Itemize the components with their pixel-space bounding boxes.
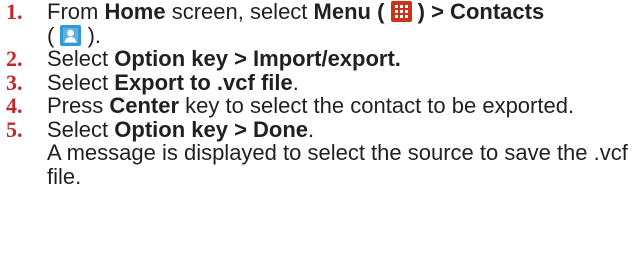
option-done-label: Option key > Done [114,116,309,142]
step-5-note: A message is displayed to select the sou… [47,140,628,189]
step-text: . [292,69,299,95]
step-text: Press [47,93,110,118]
step-4: 4. Press Center key to select the contac… [0,94,636,118]
export-vcf-label: Export to .vcf file [114,69,293,95]
center-key-label: Center [109,93,180,118]
step-text: From [47,0,105,24]
step-text: Select [47,46,115,71]
step-text: screen, select [165,0,314,24]
step-number: 3. [6,69,23,95]
contacts-label: ) > Contacts [411,0,545,24]
step-1: 1. From Home screen, select Menu ( ) > C… [0,0,636,47]
step-3: 3. Select Export to .vcf file. [0,69,636,95]
step-text: Select [47,116,115,142]
option-import-export-label: Option key > Import/export. [114,46,401,71]
home-label: Home [104,0,166,24]
instruction-list: 1. From Home screen, select Menu ( ) > C… [0,0,636,264]
step-number: 4. [6,93,23,118]
step-text: key to select the contact to be exported… [179,93,575,118]
contacts-person-icon [60,24,82,46]
step-text: ( [47,22,61,48]
step-2: 2. Select Option key > Import/export. [0,47,636,71]
step-5: 5. Select Option key > Done. [0,116,636,142]
step-number: 5. [6,116,23,142]
menu-label: Menu [313,0,371,24]
step-text: ). [81,22,102,48]
menu-grid-icon [390,1,412,22]
step-number: 2. [6,46,23,71]
step-number: 1. [6,0,23,24]
step-text: . [308,116,315,142]
step-text: ( [370,0,391,24]
step-text: Select [47,69,115,95]
